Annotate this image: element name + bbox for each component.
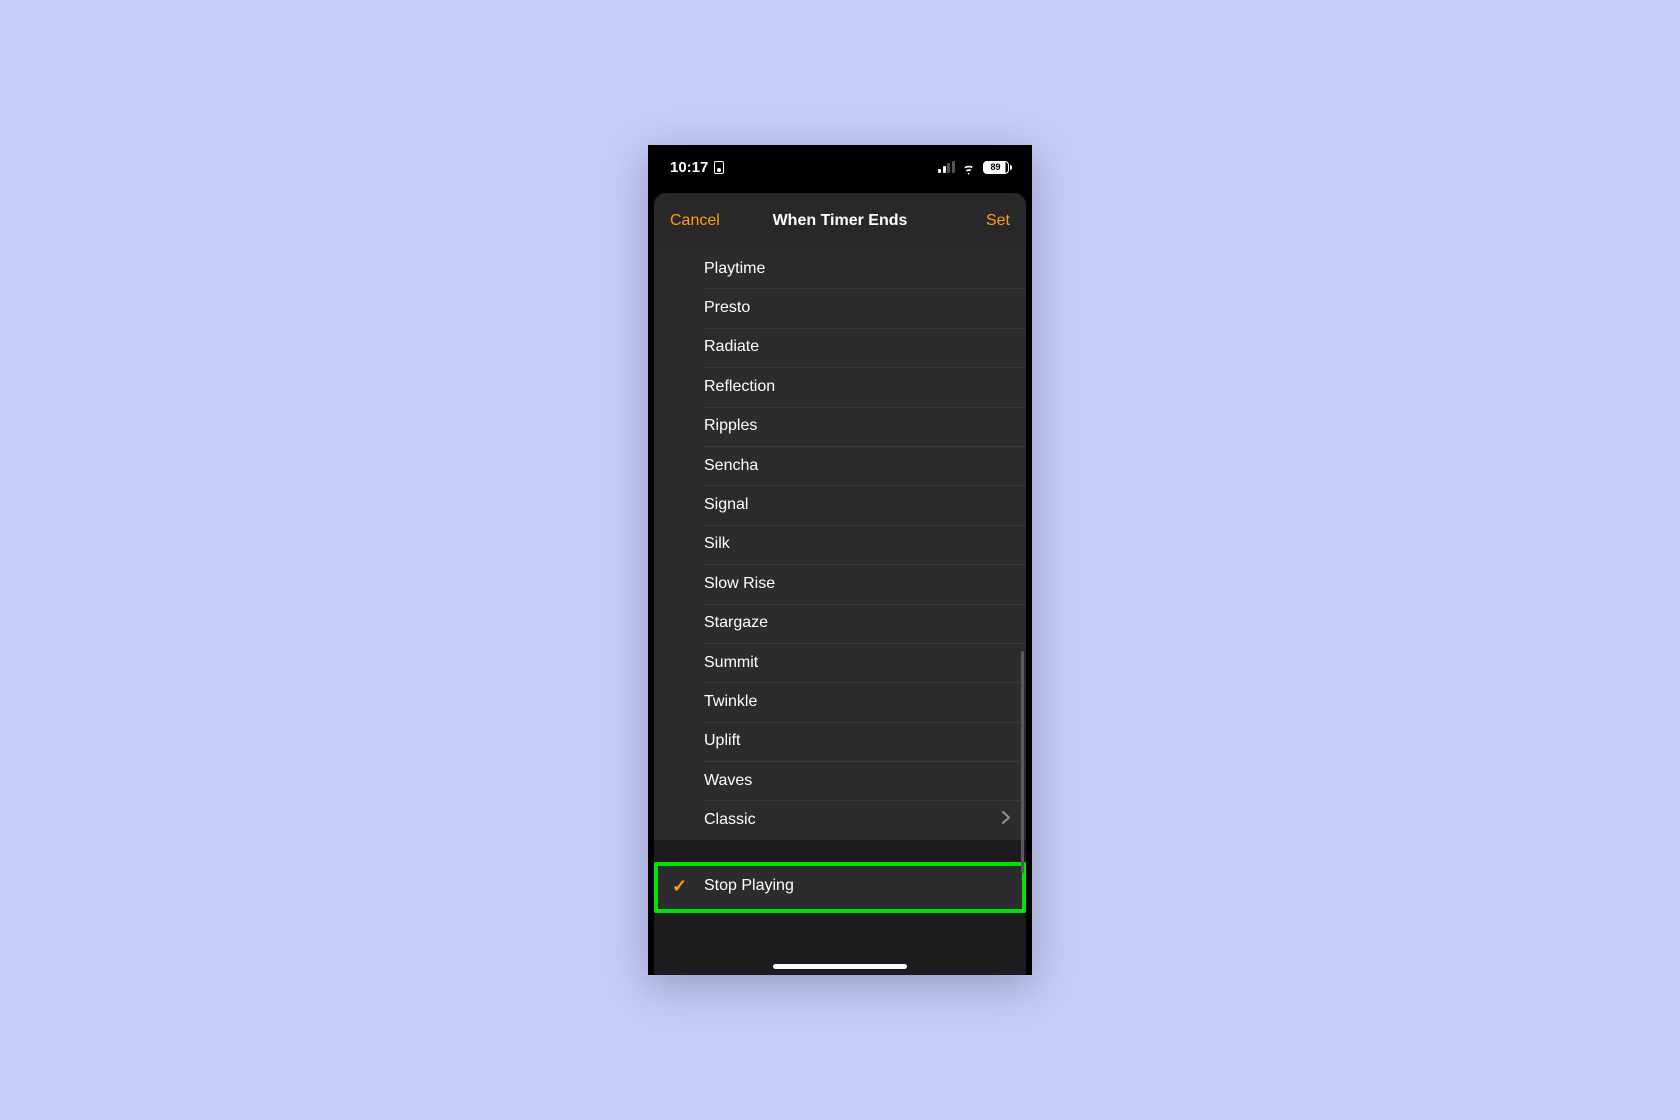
- sound-label: Silk: [704, 535, 730, 553]
- status-time: 10:17: [670, 159, 708, 176]
- sound-label: Presto: [704, 299, 750, 317]
- sound-row-summit[interactable]: Summit: [654, 643, 1026, 682]
- id-card-icon: [714, 161, 724, 174]
- sound-label: Twinkle: [704, 693, 757, 711]
- status-bar: 10:17 89: [648, 145, 1032, 189]
- sound-label: Classic: [704, 811, 756, 829]
- sound-label: Radiate: [704, 338, 759, 356]
- status-right: 89: [938, 161, 1012, 174]
- sound-row-silk[interactable]: Silk: [654, 525, 1026, 564]
- sound-group: Playtime Presto Radiate Reflection Rippl…: [654, 249, 1026, 840]
- sound-label: Stargaze: [704, 614, 768, 632]
- nav-bar: Cancel When Timer Ends Set: [654, 193, 1026, 249]
- sound-row-playtime[interactable]: Playtime: [654, 249, 1026, 288]
- sound-label: Signal: [704, 496, 748, 514]
- sound-row-radiate[interactable]: Radiate: [654, 328, 1026, 367]
- sound-row-twinkle[interactable]: Twinkle: [654, 682, 1026, 721]
- chevron-right-icon: [1002, 811, 1010, 829]
- sound-label: Uplift: [704, 732, 740, 750]
- stop-playing-label: Stop Playing: [704, 877, 794, 895]
- sound-label: Sencha: [704, 457, 758, 475]
- status-left: 10:17: [670, 159, 724, 176]
- sound-row-reflection[interactable]: Reflection: [654, 367, 1026, 406]
- sound-row-presto[interactable]: Presto: [654, 288, 1026, 327]
- wifi-icon: [961, 161, 977, 173]
- set-button[interactable]: Set: [986, 212, 1010, 230]
- home-indicator[interactable]: [773, 964, 907, 969]
- sound-label: Waves: [704, 772, 752, 790]
- sound-row-stargaze[interactable]: Stargaze: [654, 604, 1026, 643]
- sound-label: Slow Rise: [704, 575, 775, 593]
- checkmark-icon: ✓: [672, 876, 687, 897]
- sound-label: Ripples: [704, 417, 757, 435]
- stop-playing-row[interactable]: ✓ Stop Playing: [654, 862, 1026, 911]
- sound-label: Summit: [704, 654, 758, 672]
- scrollbar[interactable]: [1021, 651, 1024, 873]
- sound-row-slow-rise[interactable]: Slow Rise: [654, 564, 1026, 603]
- battery-icon: 89: [983, 161, 1013, 174]
- sound-label: Reflection: [704, 378, 775, 396]
- dual-sim-signal-icon: [938, 161, 955, 173]
- cancel-button[interactable]: Cancel: [670, 212, 720, 230]
- stop-playing-group: ✓ Stop Playing: [654, 862, 1026, 911]
- sound-list[interactable]: Playtime Presto Radiate Reflection Rippl…: [654, 249, 1026, 975]
- sound-label: Playtime: [704, 260, 765, 278]
- sound-row-signal[interactable]: Signal: [654, 485, 1026, 524]
- modal-sheet: Cancel When Timer Ends Set Playtime Pres…: [654, 193, 1026, 975]
- battery-percent: 89: [990, 162, 1000, 172]
- sound-row-sencha[interactable]: Sencha: [654, 446, 1026, 485]
- sound-row-classic[interactable]: Classic: [654, 800, 1026, 839]
- sound-row-ripples[interactable]: Ripples: [654, 407, 1026, 446]
- phone-frame: 10:17 89 Cancel When Timer Ends Set Play…: [648, 145, 1032, 975]
- sound-row-waves[interactable]: Waves: [654, 761, 1026, 800]
- sound-row-uplift[interactable]: Uplift: [654, 722, 1026, 761]
